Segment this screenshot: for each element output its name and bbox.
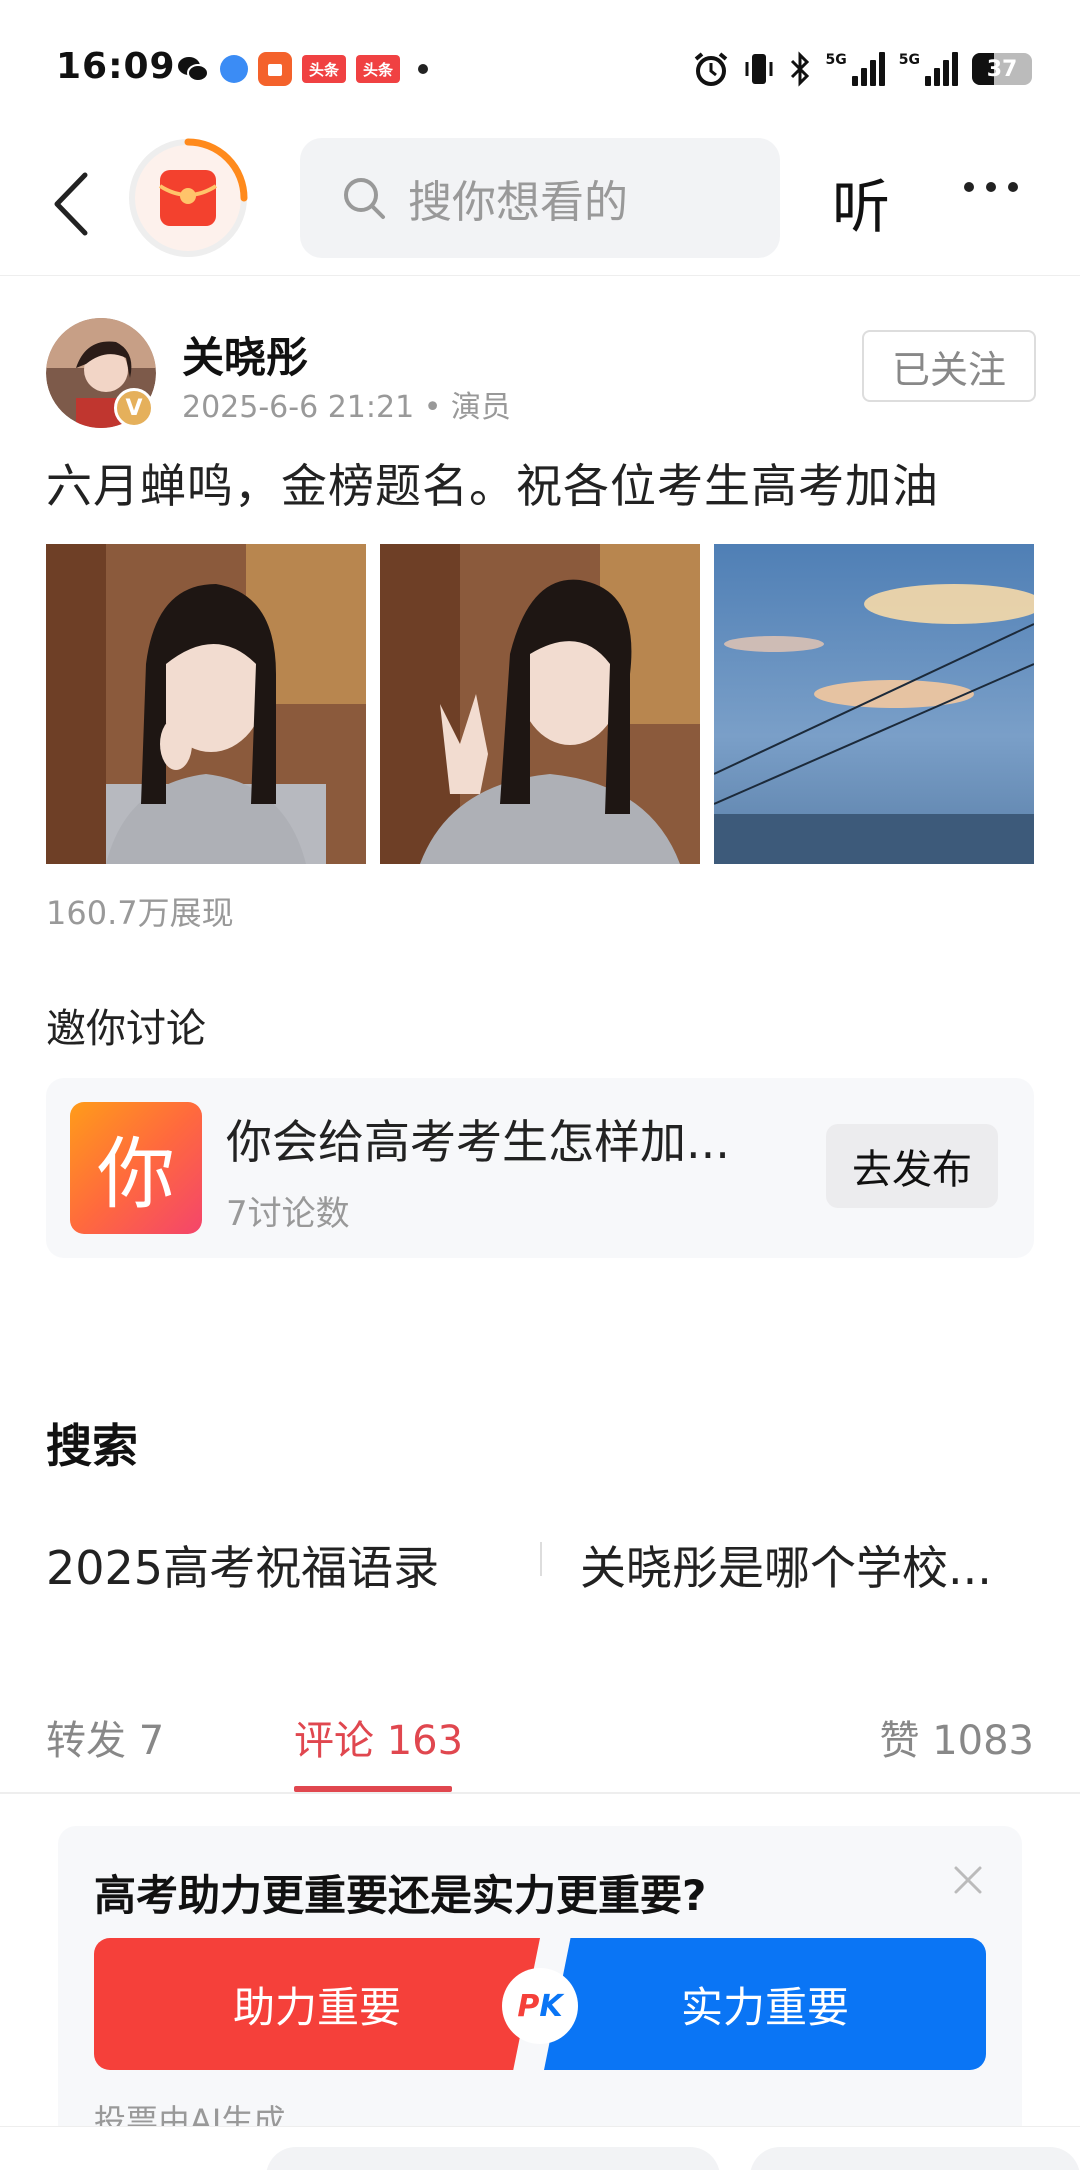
- author-name[interactable]: 关晓彤: [182, 324, 308, 385]
- search-section-title: 搜索: [46, 1419, 138, 1473]
- photo-3[interactable]: [714, 544, 1034, 864]
- discussion-section-title: 邀你讨论: [46, 1006, 206, 1052]
- shopping-app-icon: [258, 52, 292, 86]
- status-time: 16:09: [56, 46, 176, 87]
- bluetooth-icon: [790, 51, 809, 87]
- view-count: 160.7万展现: [46, 894, 234, 932]
- discussion-count: 7讨论数: [226, 1194, 350, 1234]
- engagement-tabs: 转发 7 评论 163 赞 1083: [0, 1680, 1080, 1794]
- signal-icon: 5G: [826, 52, 885, 86]
- active-tab-indicator: [294, 1786, 452, 1792]
- back-arrow-icon: [54, 172, 88, 236]
- more-icon[interactable]: [964, 182, 1018, 192]
- tab-comment[interactable]: 评论 163: [294, 1708, 463, 1766]
- vibrate-icon: [745, 54, 773, 84]
- search-placeholder: 搜你想看的: [408, 177, 628, 228]
- pk-icon: PK: [502, 1968, 578, 2044]
- search-divider: [540, 1542, 542, 1576]
- toutiao-app-icon-2: 头条: [356, 55, 400, 83]
- photo-2[interactable]: [380, 544, 700, 864]
- more-notifications-dot: [418, 64, 428, 74]
- search-suggestion-1[interactable]: 2025高考祝福语录: [46, 1532, 439, 1598]
- publish-button[interactable]: 去发布: [826, 1124, 998, 1208]
- back-button[interactable]: [46, 166, 96, 242]
- top-nav: 搜你想看的 听: [0, 130, 1080, 276]
- red-packet-icon[interactable]: [126, 136, 250, 260]
- tab-likes[interactable]: 赞 1083: [879, 1708, 1034, 1766]
- search-input[interactable]: 搜你想看的: [300, 138, 780, 258]
- status-bar: 16:09 头条 头条 5G 5G 37: [0, 0, 1080, 130]
- post-header: V 关晓彤 2025-6-6 21:21 • 演员 已关注: [46, 318, 1036, 428]
- bottom-bar: [0, 2126, 1080, 2170]
- signal-icon-2: 5G: [899, 52, 958, 86]
- post-text: 六月蝉鸣，金榜题名。祝各位考生高考加油: [46, 459, 939, 513]
- vote-card: 高考助力更重要还是实力更重要? 助力重要 实力重要 PK 投票由AI生成: [58, 1826, 1022, 2170]
- wechat-icon: [178, 57, 209, 82]
- comment-input-pill[interactable]: [266, 2147, 720, 2170]
- toutiao-app-icon: 头条: [302, 55, 346, 83]
- search-suggestion-2[interactable]: 关晓彤是哪个学校...: [580, 1532, 992, 1598]
- discussion-card[interactable]: 你 你会给高考考生怎样加... 7讨论数 去发布: [46, 1078, 1034, 1258]
- follow-button[interactable]: 已关注: [862, 330, 1036, 402]
- post-meta: 2025-6-6 21:21 • 演员: [182, 390, 511, 425]
- pk-letter-k: K: [539, 1988, 563, 2024]
- vote-option-left-button[interactable]: 助力重要: [94, 1938, 540, 2070]
- pk-letter-p: P: [517, 1988, 540, 2024]
- listen-button[interactable]: 听: [832, 160, 890, 244]
- photo-1[interactable]: [46, 544, 366, 864]
- battery-icon: 37: [972, 53, 1032, 85]
- battery-level: 37: [986, 56, 1018, 82]
- system-icons: 5G 5G 37: [692, 50, 1032, 88]
- alarm-icon: [694, 52, 727, 86]
- vote-question: 高考助力更重要还是实力更重要?: [94, 1871, 707, 1920]
- vote-option-right-button[interactable]: 实力重要: [544, 1938, 986, 2070]
- verified-badge-icon: V: [114, 388, 154, 428]
- action-pill[interactable]: [750, 2147, 1080, 2170]
- browser-app-icon: [220, 55, 248, 83]
- search-icon: [344, 178, 385, 219]
- tab-repost[interactable]: 转发 7: [46, 1708, 164, 1766]
- discussion-topic: 你会给高考考生怎样加...: [226, 1115, 730, 1169]
- discussion-topic-icon: 你: [70, 1102, 202, 1234]
- close-icon[interactable]: [948, 1860, 988, 1900]
- notification-icons: 头条 头条: [176, 52, 428, 86]
- photo-grid: [46, 544, 1034, 864]
